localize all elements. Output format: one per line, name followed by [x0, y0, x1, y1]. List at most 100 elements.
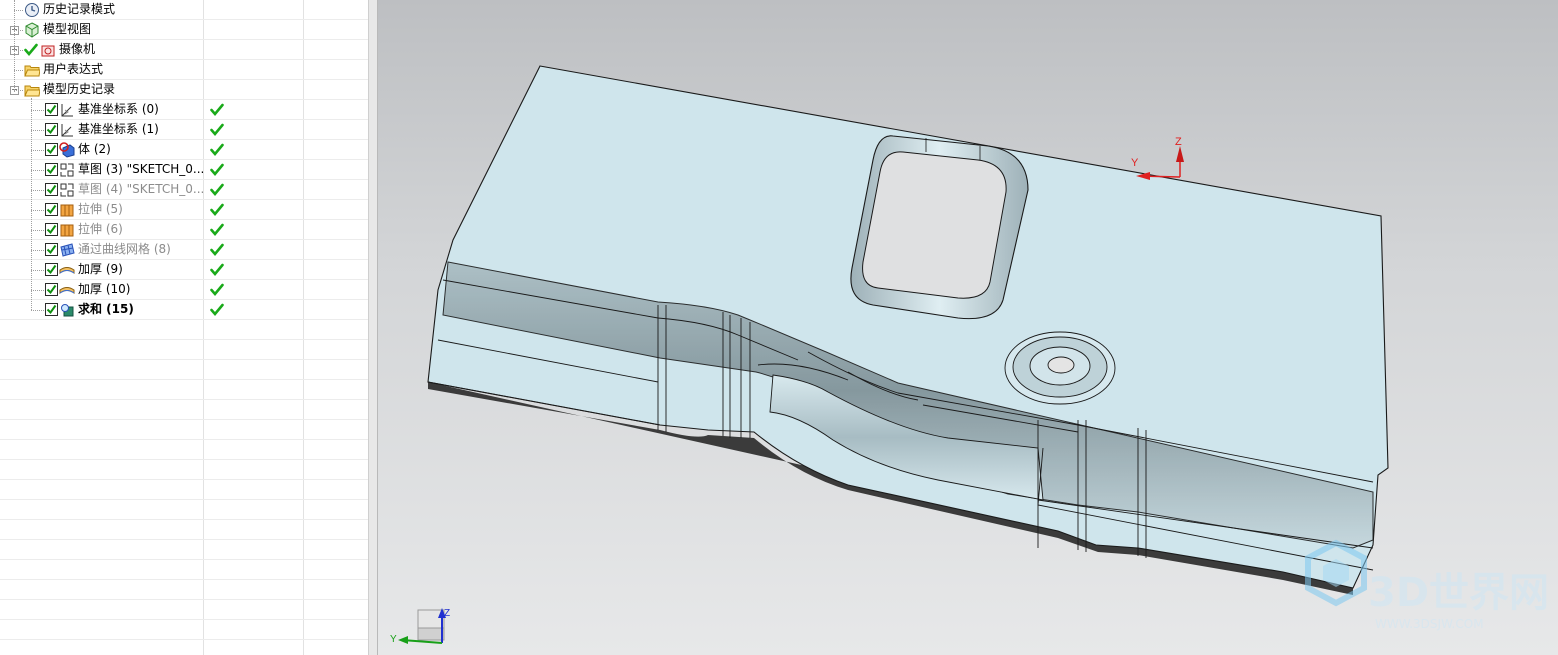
- watermark-brand: 3D世界网: [1368, 570, 1549, 616]
- visible-check-icon[interactable]: [24, 43, 40, 59]
- navigator-row[interactable]: 用户表达式: [0, 60, 368, 80]
- feature-visibility-checkbox[interactable]: [45, 123, 58, 136]
- feature-visibility-checkbox[interactable]: [45, 303, 58, 316]
- tree-line: [31, 250, 44, 251]
- navigator-row[interactable]: [0, 360, 368, 380]
- navigator-row[interactable]: 历史记录模式: [0, 0, 368, 20]
- feature-row[interactable]: 加厚 (9): [0, 260, 368, 280]
- name-column-cell: [0, 420, 204, 439]
- feature-row[interactable]: 草图 (3) "SKETCH_0...: [0, 160, 368, 180]
- name-column-cell: [0, 340, 204, 359]
- extrude-icon: [59, 222, 75, 238]
- sketch-icon: [59, 162, 75, 178]
- status-column-cell: [204, 540, 304, 559]
- name-column-cell: [0, 560, 204, 579]
- feature-visibility-checkbox[interactable]: [45, 143, 58, 156]
- feature-visibility-checkbox[interactable]: [45, 283, 58, 296]
- feature-label: 拉伸 (5): [78, 202, 123, 216]
- status-column-cell: [204, 400, 304, 419]
- navigator-row[interactable]: − 模型历史记录: [0, 80, 368, 100]
- rect-hole: [850, 135, 1029, 320]
- navigator-row[interactable]: [0, 540, 368, 560]
- view-triad-z-label: Z: [444, 608, 450, 619]
- feature-row[interactable]: 求和 (15): [0, 300, 368, 320]
- name-column-cell: [0, 640, 204, 655]
- feature-status-ok-icon: [210, 203, 224, 219]
- feature-row[interactable]: 基准坐标系 (1): [0, 120, 368, 140]
- status-column-cell: [204, 600, 304, 619]
- feature-status-ok-icon: [210, 243, 224, 259]
- feature-visibility-checkbox[interactable]: [45, 183, 58, 196]
- feature-label: 基准坐标系 (1): [78, 122, 159, 136]
- feature-row[interactable]: 体 (2): [0, 140, 368, 160]
- watermark-url: WWW.3DSJW.COM: [1375, 617, 1484, 631]
- name-column-cell: [0, 520, 204, 539]
- feature-visibility-checkbox[interactable]: [45, 103, 58, 116]
- name-column-cell: [0, 500, 204, 519]
- status-column-cell: [204, 480, 304, 499]
- name-column-cell: [0, 460, 204, 479]
- navigator-row[interactable]: [0, 600, 368, 620]
- navigator-row[interactable]: [0, 380, 368, 400]
- navigator-row[interactable]: [0, 640, 368, 655]
- tree-line: [31, 110, 44, 111]
- name-column-cell: [0, 400, 204, 419]
- navigator-row[interactable]: [0, 520, 368, 540]
- feature-label: 体 (2): [78, 142, 111, 156]
- feature-status-ok-icon: [210, 123, 224, 139]
- folder-icon: [24, 62, 41, 78]
- status-column-cell: [204, 80, 304, 99]
- status-column-cell: [204, 20, 304, 39]
- name-column-cell: [0, 620, 204, 639]
- navigator-row[interactable]: [0, 480, 368, 500]
- navigator-row[interactable]: [0, 580, 368, 600]
- navigator-row[interactable]: + 摄像机: [0, 40, 368, 60]
- through-curve-mesh-icon: [59, 242, 75, 258]
- feature-row[interactable]: 加厚 (10): [0, 280, 368, 300]
- node-label-cameras: 摄像机: [59, 42, 96, 56]
- feature-visibility-checkbox[interactable]: [45, 223, 58, 236]
- feature-row[interactable]: 通过曲线网格 (8): [0, 240, 368, 260]
- feature-status-ok-icon: [210, 263, 224, 279]
- name-column-cell: [0, 440, 204, 459]
- navigator-splitter[interactable]: [368, 0, 378, 655]
- part-navigator: 历史记录模式 + 模型视图 + 摄像机 用户表达式 − 模型历史记录 基准坐标系 (0) 基准坐标…: [0, 0, 368, 655]
- feature-row[interactable]: 草图 (4) "SKETCH_0...: [0, 180, 368, 200]
- navigator-row[interactable]: [0, 340, 368, 360]
- status-column-cell: [204, 440, 304, 459]
- feature-visibility-checkbox[interactable]: [45, 163, 58, 176]
- feature-label: 拉伸 (6): [78, 222, 123, 236]
- datum-csys-icon: [59, 122, 75, 138]
- navigator-row[interactable]: [0, 320, 368, 340]
- sketch-icon: [59, 182, 75, 198]
- navigator-row[interactable]: [0, 460, 368, 480]
- feature-visibility-checkbox[interactable]: [45, 203, 58, 216]
- navigator-row[interactable]: [0, 420, 368, 440]
- feature-row[interactable]: 拉伸 (5): [0, 200, 368, 220]
- unite-icon: [59, 302, 75, 318]
- feature-label: 加厚 (9): [78, 262, 123, 276]
- feature-visibility-checkbox[interactable]: [45, 243, 58, 256]
- navigator-row[interactable]: [0, 400, 368, 420]
- graphics-viewport[interactable]: Y Z Z Y 3D世界网 WWW.3DSJW.COM: [378, 0, 1558, 655]
- view-triad[interactable]: Z Y: [390, 608, 450, 645]
- navigator-row[interactable]: + 模型视图: [0, 20, 368, 40]
- navigator-row[interactable]: [0, 440, 368, 460]
- tree-line: [31, 210, 44, 211]
- status-column-cell: [204, 420, 304, 439]
- model-canvas[interactable]: Y Z Z Y 3D世界网 WWW.3DSJW.COM: [378, 0, 1558, 655]
- navigator-row[interactable]: [0, 620, 368, 640]
- feature-row[interactable]: 拉伸 (6): [0, 220, 368, 240]
- clock-icon: [24, 2, 40, 18]
- feature-visibility-checkbox[interactable]: [45, 263, 58, 276]
- navigator-row[interactable]: [0, 500, 368, 520]
- status-column-cell: [204, 640, 304, 655]
- view-triad-y-label: Y: [390, 634, 397, 645]
- navigator-row[interactable]: [0, 560, 368, 580]
- triad-z-label: Z: [1175, 136, 1182, 148]
- tree-line: [31, 290, 44, 291]
- feature-label: 草图 (4) "SKETCH_0...: [78, 182, 205, 196]
- datum-csys-icon: [59, 102, 75, 118]
- feature-row[interactable]: 基准坐标系 (0): [0, 100, 368, 120]
- feature-status-ok-icon: [210, 183, 224, 199]
